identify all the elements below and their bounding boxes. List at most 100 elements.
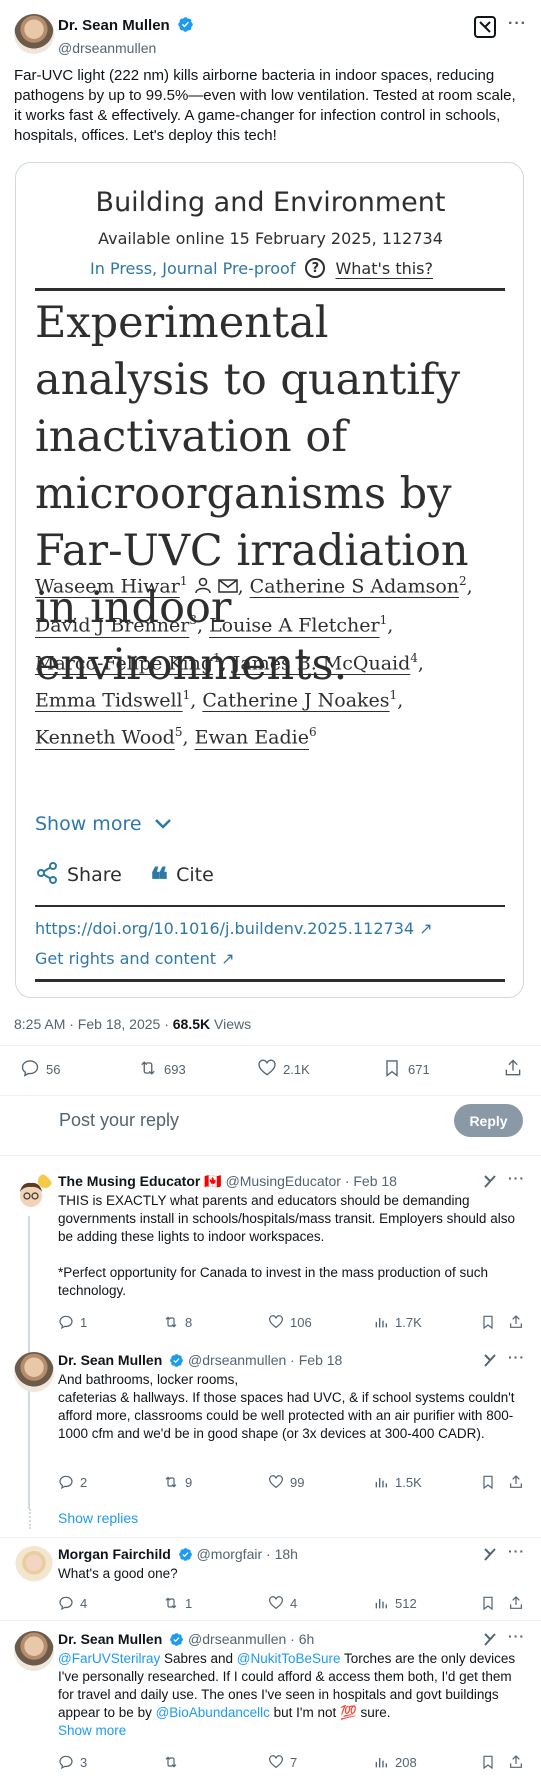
grok-icon[interactable] [482,1631,498,1647]
reply-handle[interactable]: @morgfair · 18h [197,1546,298,1562]
bookmark-button[interactable]: 671 [382,1058,430,1081]
repost-button[interactable]: 8 [163,1314,192,1330]
author-7[interactable]: Emma Tidswell [35,689,183,711]
share-icon [35,861,59,890]
repost-button[interactable]: 693 [138,1058,186,1081]
reply-button[interactable]: 56 [20,1058,60,1081]
views-button[interactable]: 1.7K [373,1314,422,1330]
more-options-icon[interactable]: ··· [508,1543,525,1559]
reply-action-bar: 1 8 106 1.7K [58,1312,528,1332]
show-replies-link[interactable]: Show replies [58,1510,138,1526]
author-10[interactable]: Ewan Eadie [195,727,309,749]
grok-icon[interactable] [482,1173,498,1189]
cite-button[interactable]: ❝ Cite [150,859,214,898]
reply-avatar[interactable] [14,1352,54,1392]
rights-link[interactable]: Get rights and content ↗ [35,949,235,968]
author-1[interactable]: Waseem Hiwar [35,575,180,597]
repost-button[interactable]: 9 [163,1474,192,1490]
author-9[interactable]: Kenneth Wood [35,727,175,749]
author-8[interactable]: Catherine J Noakes [202,689,389,711]
share-post-button[interactable] [508,1754,524,1770]
share-post-button[interactable] [508,1474,524,1490]
share-button[interactable]: Share [35,861,122,890]
bookmark-button[interactable] [480,1474,496,1490]
reply-submit-button[interactable]: Reply [454,1104,523,1137]
thread-dots [29,1509,31,1529]
email-icon[interactable] [217,572,238,604]
reply-avatar[interactable] [14,1546,54,1586]
bookmark-icon [483,1596,493,1611]
heart-icon [269,1596,283,1610]
like-button[interactable]: 106 [268,1314,312,1330]
reply-button[interactable]: 3 [58,1754,87,1770]
repost-button[interactable] [163,1754,185,1770]
reply-author-name[interactable]: The Musing Educator 🇨🇦 [58,1173,222,1189]
author-6-affil: 4 [410,650,418,665]
reply-button[interactable]: 1 [58,1314,87,1330]
author-5[interactable]: Marco-Felipe King [35,652,213,674]
share-post-button[interactable] [508,1314,524,1330]
show-more-link[interactable]: Show more [58,1722,528,1740]
divider [0,1095,541,1096]
reply-author-name[interactable]: Dr. Sean Mullen [58,1352,162,1368]
bookmark-button[interactable] [480,1754,496,1770]
bookmark-button[interactable] [480,1595,496,1611]
share-post-button[interactable] [508,1595,524,1611]
whats-this-link[interactable]: What's this? [335,259,433,278]
mention-link[interactable]: @FarUVSterilray [58,1651,160,1666]
reply-header: Dr. Sean Mullen @drseanmullen · Feb 18 [58,1352,342,1371]
reply-avatar[interactable] [14,1631,54,1671]
views-count: 512 [395,1595,417,1611]
help-icon[interactable]: ? [305,258,326,278]
views-button[interactable]: 208 [373,1754,417,1770]
grok-icon[interactable] [474,16,496,38]
mention-link[interactable]: @NukitToBeSure [237,1651,341,1666]
like-button[interactable]: 7 [268,1754,297,1770]
more-options-icon[interactable]: ··· [508,15,527,33]
author-avatar[interactable] [14,14,54,54]
analytics-icon [375,1758,387,1768]
person-icon[interactable] [194,572,212,604]
reply-handle[interactable]: @drseanmullen · Feb 18 [188,1352,342,1368]
more-options-icon[interactable]: ··· [508,1170,525,1186]
more-options-icon[interactable]: ··· [508,1628,525,1644]
author-2[interactable]: Catherine S Adamson [250,575,459,597]
share-post-button[interactable] [503,1058,523,1081]
reply-icon [59,1596,73,1611]
status-label[interactable]: In Press, Journal Pre-proof [90,259,295,278]
paper-actions: Share ❝ Cite [35,859,214,898]
bookmark-button[interactable] [480,1314,496,1330]
more-options-icon[interactable]: ··· [508,1349,525,1365]
repost-icon [165,1476,177,1488]
reply-button[interactable]: 2 [58,1474,87,1490]
timestamp-text[interactable]: 8:25 AM · Feb 18, 2025 · [14,1016,173,1032]
like-button[interactable]: 4 [268,1595,297,1611]
grok-icon[interactable] [482,1352,498,1368]
show-more-authors[interactable]: Show more [35,813,172,835]
author-4[interactable]: Louise A Fletcher [209,615,380,637]
views-button[interactable]: 512 [373,1595,417,1611]
like-button[interactable]: 99 [268,1474,304,1490]
reply-composer-input[interactable]: Post your reply [59,1110,179,1131]
reply-avatar[interactable] [14,1172,54,1212]
doi-link[interactable]: https://doi.org/10.1016/j.buildenv.2025.… [35,919,433,938]
author-6[interactable]: James B. McQuaid [233,652,411,674]
grok-icon[interactable] [482,1546,498,1562]
reply-handle[interactable]: @drseanmullen · 6h [188,1631,314,1647]
reply-header: Morgan Fairchild @morgfair · 18h [58,1546,298,1565]
author-handle[interactable]: @drseanmullen [58,40,194,56]
repost-icon [165,1316,177,1328]
author-name[interactable]: Dr. Sean Mullen [58,17,170,34]
reply-handle[interactable]: @MusingEducator · Feb 18 [226,1173,397,1189]
repost-count: 8 [185,1314,193,1330]
paper-screenshot-image[interactable]: Building and Environment Available onlin… [15,162,524,998]
analytics-icon [375,1478,387,1488]
reply-author-name[interactable]: Dr. Sean Mullen [58,1631,162,1647]
reply-button[interactable]: 4 [58,1595,87,1611]
views-button[interactable]: 1.5K [373,1474,422,1490]
reply-author-name[interactable]: Morgan Fairchild [58,1546,171,1562]
like-button[interactable]: 2.1K [257,1058,310,1081]
repost-button[interactable]: 1 [163,1595,192,1611]
mention-link[interactable]: @BioAbundancellc [156,1705,270,1720]
author-3[interactable]: David J Brenner [35,615,189,637]
